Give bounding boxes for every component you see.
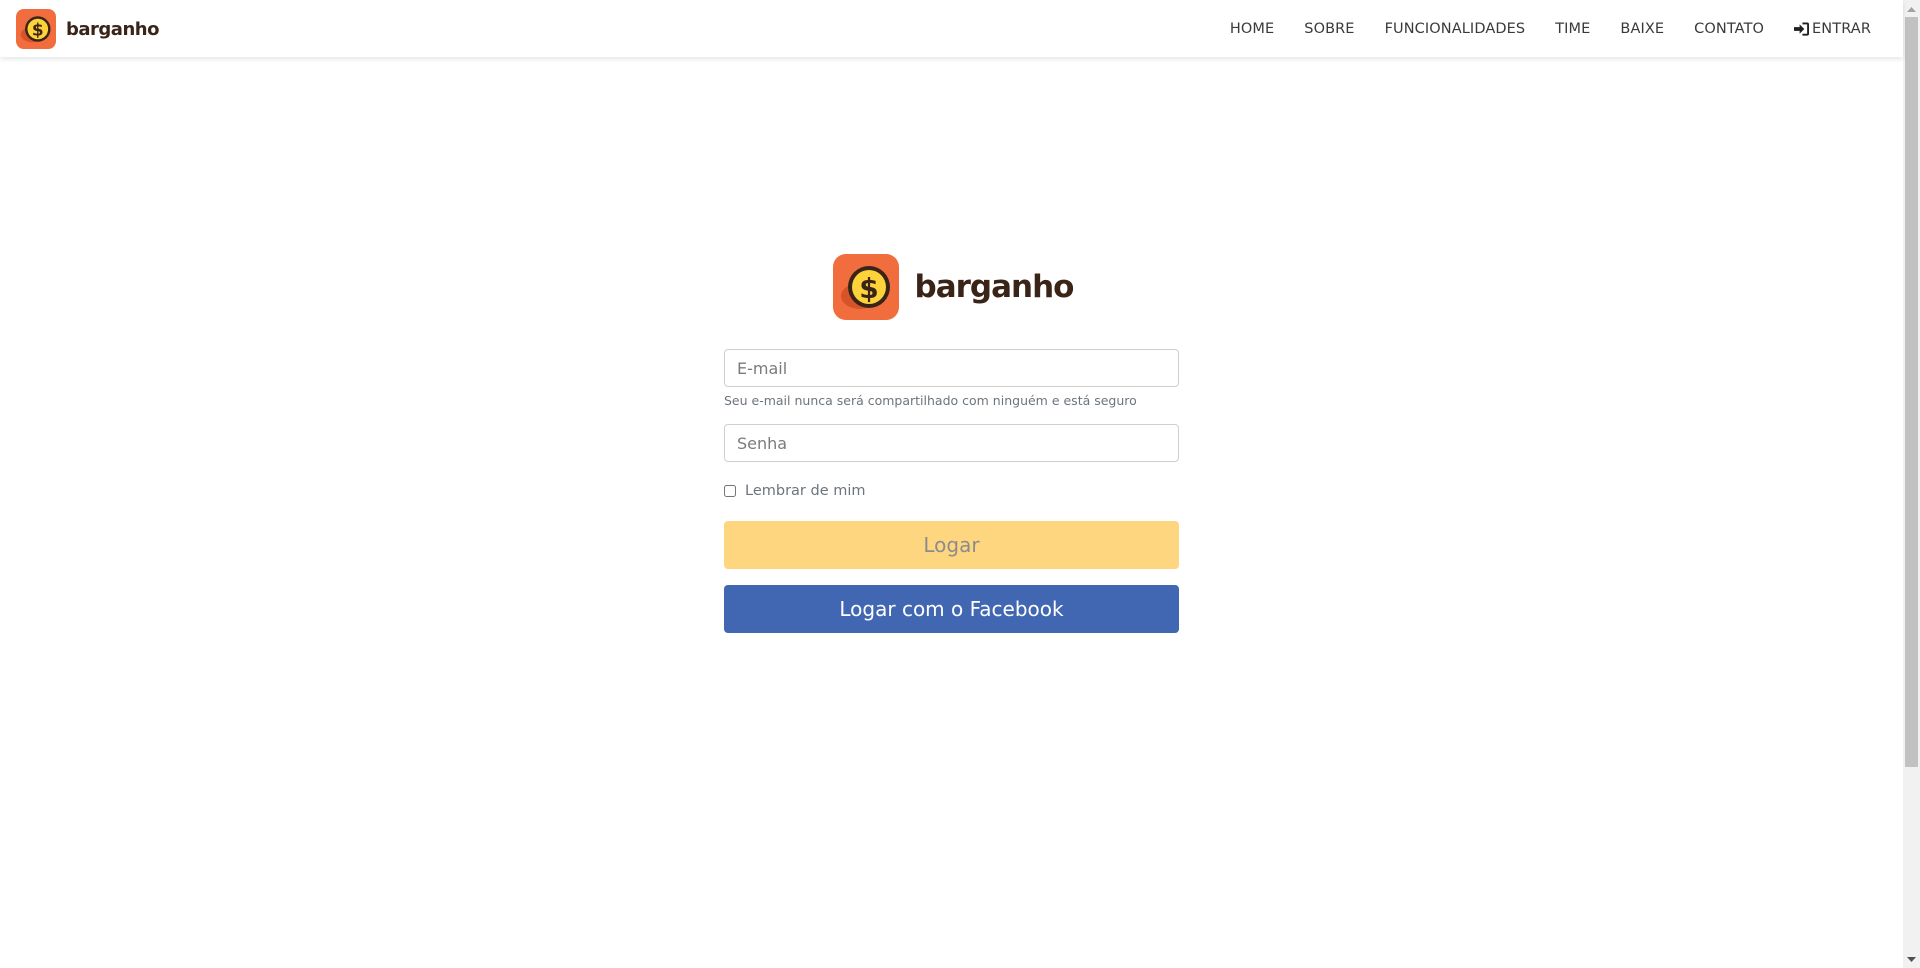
nav-sobre[interactable]: SOBRE (1304, 21, 1354, 37)
login-brand: $ barganho (727, 254, 1179, 320)
nav-time[interactable]: TIME (1555, 21, 1590, 37)
top-navbar: $ barganho HOME SOBRE FUNCIONALIDADES TI… (0, 0, 1903, 57)
remember-me: Lembrar de mim (724, 481, 1179, 501)
login-button[interactable]: Logar (724, 521, 1179, 569)
brand-link[interactable]: $ barganho (16, 9, 159, 49)
nav-home[interactable]: HOME (1230, 21, 1274, 37)
nav-entrar-label: ENTRAR (1812, 20, 1871, 37)
remember-me-label: Lembrar de mim (745, 483, 866, 499)
login-brand-name: barganho (914, 269, 1075, 305)
nav-contato[interactable]: CONTATO (1694, 21, 1764, 37)
nav-menu: HOME SOBRE FUNCIONALIDADES TIME BAIXE CO… (1200, 0, 1871, 57)
email-help-text: Seu e-mail nunca será compartilhado com … (724, 393, 1137, 408)
nav-baixe[interactable]: BAIXE (1620, 21, 1664, 37)
barganho-logo-icon: $ (832, 254, 899, 320)
password-field[interactable] (724, 424, 1179, 462)
svg-text:$: $ (859, 272, 878, 305)
svg-text:$: $ (32, 20, 44, 40)
scroll-up-arrow-icon[interactable] (1903, 0, 1920, 17)
page: $ barganho HOME SOBRE FUNCIONALIDADES TI… (0, 0, 1920, 968)
email-field[interactable] (724, 349, 1179, 387)
remember-me-checkbox[interactable] (724, 485, 736, 497)
facebook-login-button[interactable]: Logar com o Facebook (724, 585, 1179, 633)
nav-funcionalidades[interactable]: FUNCIONALIDADES (1385, 21, 1526, 37)
scrollbar-thumb[interactable] (1905, 17, 1918, 767)
nav-entrar[interactable]: ENTRAR (1794, 21, 1871, 37)
login-form: $ barganho Seu e-mail nunca será compart… (724, 254, 1179, 633)
barganho-logo-icon: $ (16, 9, 56, 49)
sign-in-icon (1794, 21, 1810, 36)
vertical-scrollbar[interactable] (1903, 0, 1920, 968)
brand-name: barganho (66, 18, 159, 40)
scroll-down-arrow-icon[interactable] (1903, 951, 1920, 968)
